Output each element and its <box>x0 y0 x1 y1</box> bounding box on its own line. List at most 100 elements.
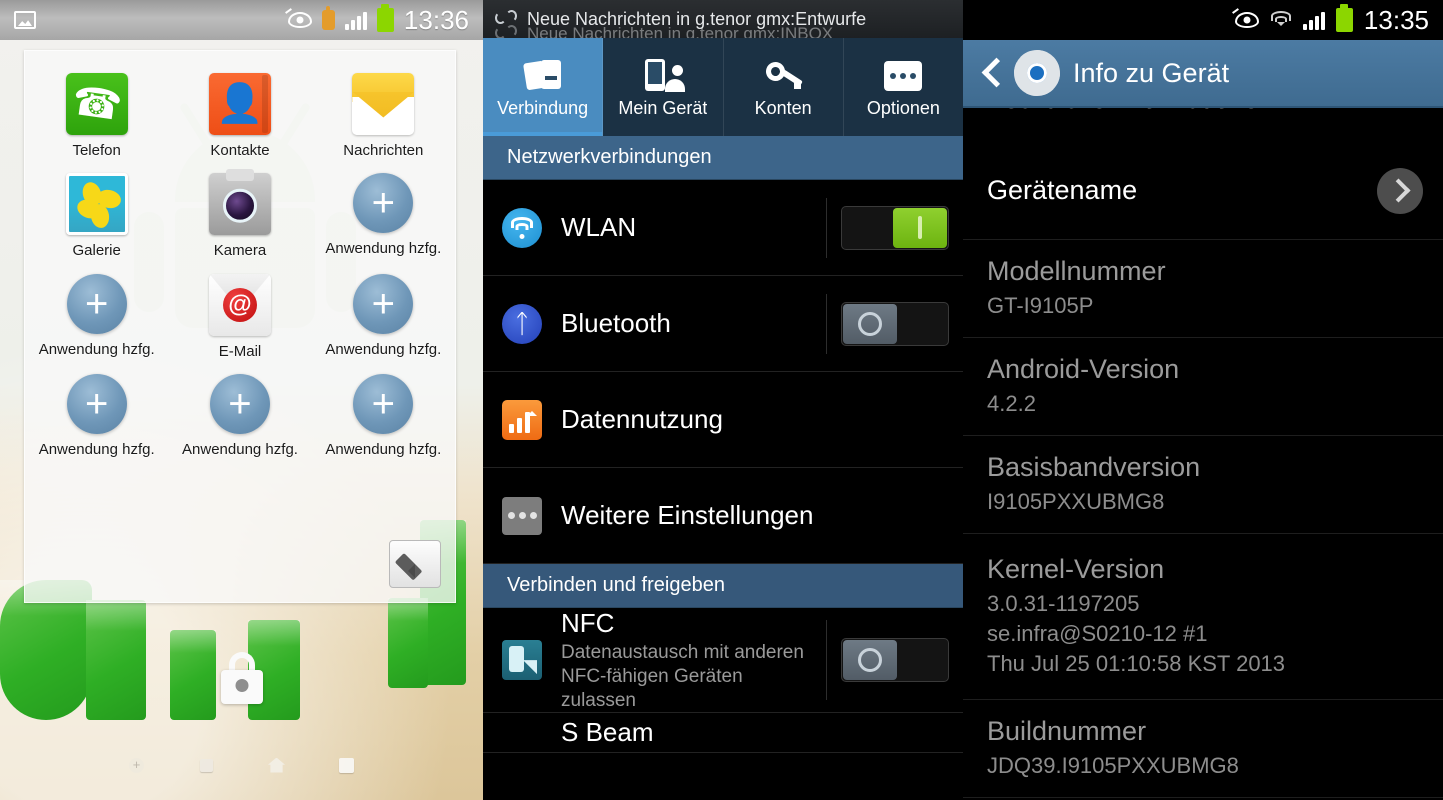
info-row-basisbandversion[interactable]: Basisbandversion I9105PXXUBMG8 <box>963 436 1443 534</box>
add-app-icon: + <box>353 373 414 434</box>
recents-icon[interactable] <box>337 755 357 775</box>
row-value: 3.0.31-1197205 se.infra@S0210-12 #1 Thu … <box>987 591 1286 676</box>
settings-row-bluetooth[interactable]: ᛏ Bluetooth <box>483 276 963 372</box>
row-value: JDQ39.I9105PXXUBMG8 <box>987 753 1239 779</box>
left-status-bar[interactable]: 13:36 <box>0 0 483 40</box>
camera-icon <box>208 169 271 236</box>
home-folder-panel: ☎ Telefon 👤 Kontakte Nachrichten Galerie… <box>24 50 456 603</box>
row-title: Bluetooth <box>561 308 671 338</box>
menu-icon[interactable] <box>127 755 147 775</box>
tab-label: Konten <box>754 97 812 118</box>
edit-button[interactable] <box>389 540 441 588</box>
nfc-toggle[interactable] <box>841 638 949 683</box>
section-header-verbinden-und-freigeben: Verbinden und freigeben <box>483 564 963 608</box>
info-row-geraetename[interactable]: Gerätename <box>963 142 1443 240</box>
add-app-icon: + <box>66 273 127 334</box>
app-label: Nachrichten <box>343 142 424 159</box>
settings-row-s-beam[interactable]: S Beam <box>483 713 963 754</box>
eye-icon <box>1231 8 1259 28</box>
tab-optionen[interactable]: Optionen <box>844 38 963 136</box>
tab-konten[interactable]: Konten <box>724 38 844 136</box>
settings-row-weitere-einstellungen[interactable]: Weitere Einstellungen <box>483 468 963 564</box>
add-app-icon: + <box>66 373 127 434</box>
phone-icon: ☎ <box>65 73 128 135</box>
signal-icon <box>344 10 367 30</box>
add-app-icon: + <box>353 173 414 234</box>
contacts-icon: 👤 <box>208 73 271 135</box>
nfc-icon <box>499 640 545 681</box>
row-title: Datennutzung <box>561 404 723 434</box>
back-chevron-icon[interactable] <box>981 56 1003 90</box>
app-item-kamera[interactable]: Kamera <box>168 165 311 259</box>
row-title: S Beam <box>561 717 654 748</box>
middle-phone-screen: Neue Nachrichten in g.tenor gmx:Entwurfe… <box>483 0 963 800</box>
app-label: Telefon <box>72 142 121 159</box>
tab-verbindung[interactable]: Verbindung <box>483 38 604 136</box>
app-item-add-4[interactable]: + Anwendung hzfg. <box>25 366 168 458</box>
signal-icon <box>1302 10 1325 30</box>
app-bar: Info zu Gerät <box>963 40 1443 108</box>
settings-row-nfc[interactable]: NFC Datenaustausch mit anderen NFC-fähig… <box>483 608 963 714</box>
my-device-icon <box>643 56 685 96</box>
app-grid: ☎ Telefon 👤 Kontakte Nachrichten Galerie… <box>25 65 455 458</box>
row-title: Modellnummer <box>987 256 1166 287</box>
more-icon <box>499 496 545 535</box>
row-title: Gerätename <box>987 174 1138 205</box>
chevron-right-icon[interactable] <box>1377 167 1423 214</box>
settings-row-datennutzung[interactable]: Datennutzung <box>483 372 963 468</box>
right-status-bar[interactable]: 13:35 <box>963 0 1443 40</box>
row-value: 4.2.2 <box>987 391 1036 417</box>
app-label: Kamera <box>213 242 267 260</box>
info-row-modellnummer[interactable]: Modellnummer GT-I9105P <box>963 240 1443 338</box>
tab-mein-geraet[interactable]: Mein Gerät <box>603 38 724 136</box>
app-item-add-3[interactable]: + Anwendung hzfg. <box>312 266 455 360</box>
battery-icon <box>1335 8 1353 32</box>
page-title: Info zu Gerät <box>1073 57 1230 88</box>
app-label: Anwendung hzfg. <box>38 440 155 458</box>
notification-line-2: Neue Nachrichten in g.tenor gmx:INBOX <box>527 24 834 38</box>
app-label: Anwendung hzfg. <box>182 440 298 458</box>
app-item-telefon[interactable]: ☎ Telefon <box>25 65 168 159</box>
left-phone-screen: 13:36 ☎ Telefon 👤 Kontakte Nachrichten G… <box>0 0 483 800</box>
home-icon[interactable] <box>267 755 287 775</box>
three-screenshot-montage: 13:36 ☎ Telefon 👤 Kontakte Nachrichten G… <box>0 0 1443 800</box>
back-icon[interactable] <box>197 755 217 775</box>
app-item-add-5[interactable]: + Anwendung hzfg. <box>168 366 311 458</box>
app-item-kontakte[interactable]: 👤 Kontakte <box>168 65 311 159</box>
accounts-icon <box>763 56 803 96</box>
bluetooth-toggle[interactable] <box>841 301 949 346</box>
gallery-icon <box>65 173 128 236</box>
email-icon: @ <box>208 273 271 336</box>
app-label: E-Mail <box>218 342 262 360</box>
row-title: Basisbandversion <box>987 452 1201 483</box>
settings-row-wlan[interactable]: WLAN <box>483 180 963 276</box>
row-title: WLAN <box>561 212 637 242</box>
app-item-nachrichten[interactable]: Nachrichten <box>312 65 455 159</box>
connections-icon <box>522 56 561 96</box>
info-row-buildnummer[interactable]: Buildnummer JDQ39.I9105PXXUBMG8 <box>963 700 1443 798</box>
tab-label: Verbindung <box>497 97 589 118</box>
app-item-add-1[interactable]: + Anwendung hzfg. <box>312 165 455 259</box>
app-item-galerie[interactable]: Galerie <box>25 165 168 259</box>
app-label: Galerie <box>72 242 121 260</box>
row-title: Android-Version <box>987 354 1180 385</box>
app-item-add-2[interactable]: + Anwendung hzfg. <box>25 266 168 360</box>
settings-gear-icon <box>1014 50 1060 96</box>
row-subtitle: Datenaustausch mit anderen NFC-fähigen G… <box>561 642 804 711</box>
notification-ticker[interactable]: Neue Nachrichten in g.tenor gmx:Entwurfe… <box>483 0 963 38</box>
app-item-email[interactable]: @ E-Mail <box>168 266 311 360</box>
info-row-kernel-version[interactable]: Kernel-Version 3.0.31-1197205 se.infra@S… <box>963 534 1443 700</box>
app-label: Anwendung hzfg. <box>38 340 155 358</box>
app-item-add-6[interactable]: + Anwendung hzfg. <box>312 366 455 458</box>
partially-scrolled-item[interactable]: Rechtliche Informationen <box>963 108 1443 142</box>
tab-label: Optionen <box>866 97 940 118</box>
info-row-android-version[interactable]: Android-Version 4.2.2 <box>963 338 1443 436</box>
data-usage-icon <box>499 399 545 440</box>
tab-label: Mein Gerät <box>618 97 708 118</box>
add-app-icon: + <box>209 373 270 434</box>
navigation-bar <box>0 748 483 782</box>
app-label: Anwendung hzfg. <box>325 340 442 358</box>
row-title: Kernel-Version <box>987 554 1165 585</box>
wlan-toggle[interactable] <box>841 205 949 250</box>
row-title: Weitere Einstellungen <box>561 500 814 530</box>
